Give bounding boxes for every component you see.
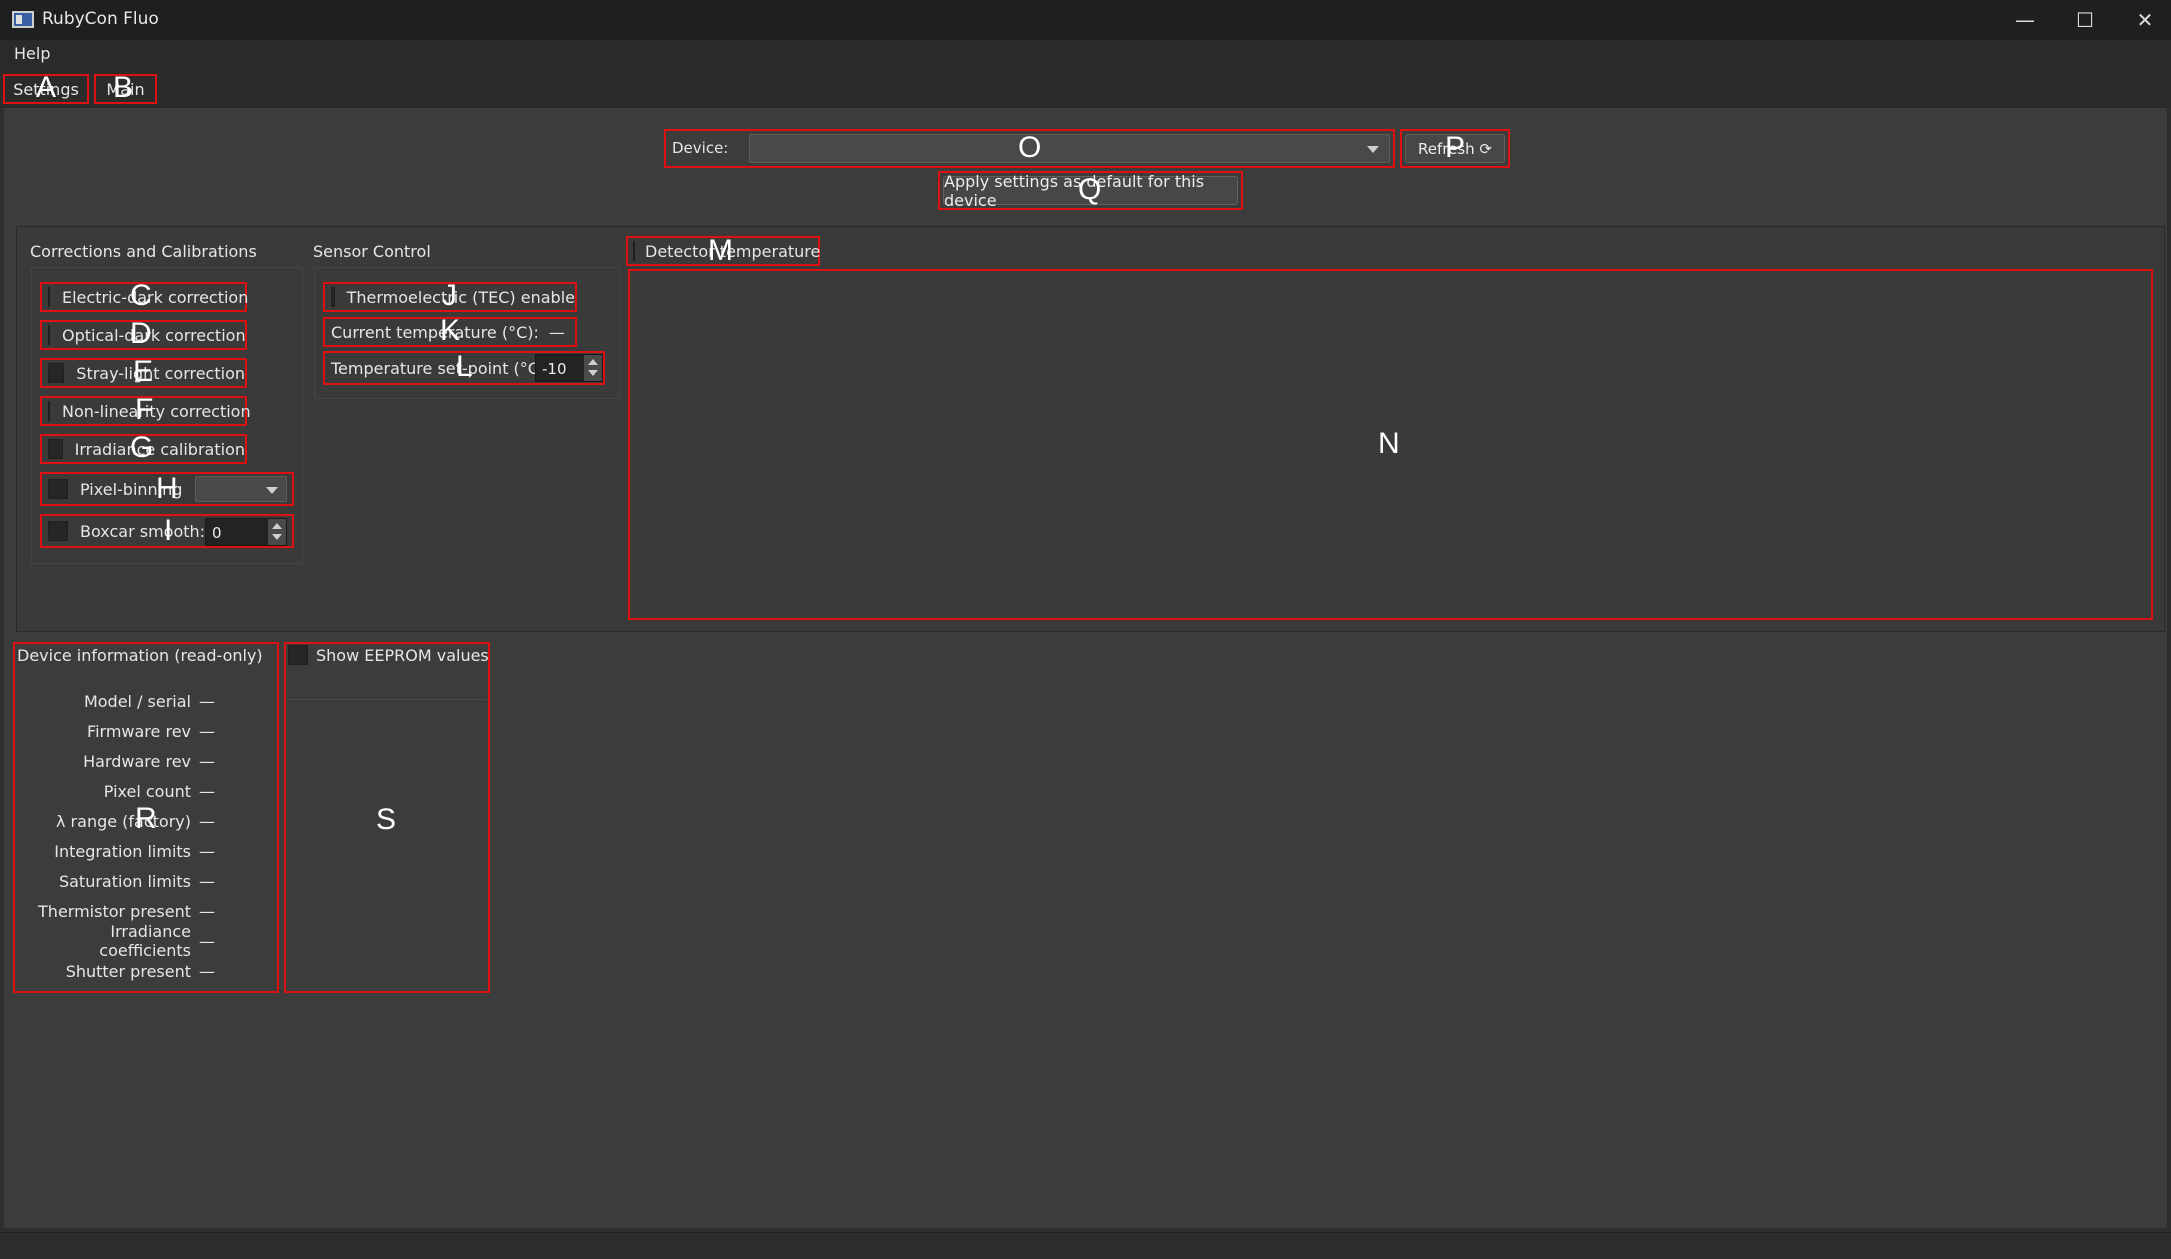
info-key: Thermistor present [38,901,191,921]
optical-dark-checkbox[interactable] [48,325,50,345]
eeprom-divider [288,699,486,700]
stepper-down-icon[interactable] [272,534,282,540]
boxcar-spinbox[interactable]: 0 [205,518,287,546]
device-info-title: Device information (read-only) [17,646,263,665]
status-bar [0,1232,2171,1259]
current-temperature-value: — [548,322,565,342]
window-title: RubyCon Fluo [42,9,159,29]
device-info-list: Model / serial — Firmware rev — Hardware… [15,686,275,986]
info-value: — [199,931,215,951]
chevron-down-icon [1367,146,1379,153]
irradiance-label: Irradiance calibration [74,439,245,459]
info-key: λ range (factory) [56,811,191,831]
non-linearity-label: Non-linearity correction [62,401,251,421]
marker-e: E [133,355,154,388]
marker-q: Q [1078,173,1102,206]
irradiance-checkbox[interactable] [48,439,63,459]
tab-bar [0,70,2171,108]
boxcar-value: 0 [212,524,222,542]
marker-h: H [156,472,178,505]
boxcar-label: Boxcar smooth: [80,521,206,541]
marker-b: B [113,71,134,104]
info-value: — [199,961,215,981]
marker-m: M [708,234,733,267]
setpoint-value: -10 [542,360,567,378]
electric-dark-checkbox[interactable] [48,287,50,307]
info-row-irradiance: Irradiance coefficients — [15,922,275,960]
show-eeprom-label: Show EEPROM values [316,645,489,665]
info-value: — [199,841,215,861]
tec-enable-checkbox[interactable] [331,287,335,307]
marker-i: I [164,514,173,547]
info-value: — [199,751,215,771]
setpoint-spinbox[interactable]: -10 [535,354,603,382]
pixel-binning-checkbox[interactable] [48,479,68,499]
menu-help[interactable]: Help [14,44,50,63]
marker-l: L [456,350,473,383]
setpoint-stepper[interactable] [584,355,602,381]
info-key: Integration limits [54,841,191,861]
minimize-button[interactable]: — [1995,0,2055,40]
setpoint-label: Temperature set-point (°C): [331,358,551,378]
marker-c: C [130,279,152,312]
pixel-binning-combobox[interactable] [195,476,287,502]
detector-temperature-checkbox[interactable] [633,241,635,261]
stray-light-label: Stray-light correction [76,363,245,383]
stepper-up-icon[interactable] [588,359,598,365]
marker-n: N [1378,427,1400,460]
marker-k: K [440,314,461,347]
info-key: Hardware rev [83,751,191,771]
info-key: Model / serial [83,691,191,711]
info-value: — [199,871,215,891]
info-row-hardware: Hardware rev — [15,746,275,776]
stepper-down-icon[interactable] [588,370,598,376]
info-key: Shutter present [65,961,191,981]
app-icon [12,11,34,28]
boxcar-checkbox[interactable] [48,521,68,541]
corrections-title: Corrections and Calibrations [30,242,257,261]
info-row-firmware: Firmware rev — [15,716,275,746]
info-value: — [199,781,215,801]
device-combobox[interactable] [749,134,1390,163]
info-value: — [199,901,215,921]
non-linearity-checkbox[interactable] [48,401,50,421]
marker-j: J [442,279,457,312]
marker-s: S [376,803,397,836]
show-eeprom-toggle[interactable]: Show EEPROM values [288,645,489,665]
marker-f: F [135,393,154,426]
info-key: Irradiance coefficients [99,922,191,960]
current-temperature-label: Current temperature (°C): [331,322,539,342]
info-row-saturation: Saturation limits — [15,866,275,896]
info-value: — [199,811,215,831]
info-key: Saturation limits [58,871,191,891]
info-key: Pixel count [103,781,191,801]
maximize-button[interactable]: ☐ [2055,0,2115,40]
close-button[interactable]: ✕ [2115,0,2171,40]
info-row-integration: Integration limits — [15,836,275,866]
marker-a: A [36,71,57,104]
marker-o: O [1018,131,1042,164]
info-key: Firmware rev [87,721,191,741]
optical-dark-label: Optical-dark correction [62,325,246,345]
stepper-up-icon[interactable] [272,523,282,529]
title-bar [0,0,2171,40]
marker-p: P [1445,131,1466,164]
info-value: — [199,721,215,741]
marker-r: R [135,802,157,835]
marker-d: D [130,317,152,350]
chevron-down-icon [266,487,278,494]
info-row-model: Model / serial — [15,686,275,716]
device-label: Device: [672,139,729,157]
info-row-shutter: Shutter present — [15,956,275,986]
tec-enable-label: Thermoelectric (TEC) enable [346,287,575,307]
marker-g: G [130,431,154,464]
electric-dark-label: Electric-dark correction [62,287,249,307]
menu-bar [0,40,2171,70]
sensor-control-title: Sensor Control [313,242,431,261]
boxcar-stepper[interactable] [268,519,286,545]
info-value: — [199,691,215,711]
show-eeprom-checkbox[interactable] [288,645,308,665]
stray-light-checkbox[interactable] [48,363,65,383]
